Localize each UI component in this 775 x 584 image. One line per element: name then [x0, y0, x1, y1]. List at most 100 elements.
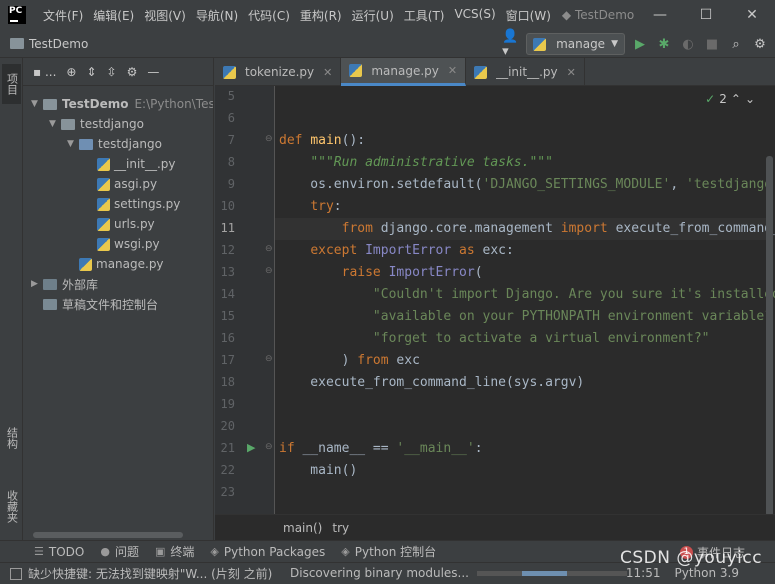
tree-item[interactable]: asgi.py: [85, 174, 157, 194]
tab-label: tokenize.py: [245, 65, 315, 79]
code-line[interactable]: except ImportError as exc:: [279, 240, 775, 262]
code-area[interactable]: def main(): """Run administrative tasks.…: [275, 86, 775, 514]
close-tab-icon[interactable]: ✕: [323, 66, 332, 79]
menu-item[interactable]: 运行(U): [347, 7, 399, 24]
code-line[interactable]: """Run administrative tasks.""": [279, 152, 775, 174]
menu-item[interactable]: 重构(R): [295, 7, 347, 24]
vertical-scrollbar[interactable]: [766, 156, 773, 514]
collapse-all-icon[interactable]: ⇳: [107, 65, 117, 79]
close-button[interactable]: ✕: [729, 0, 775, 30]
tool-window-button[interactable]: ◈ Python 控制台: [341, 543, 436, 560]
editor-tab[interactable]: __init__.py ✕: [466, 58, 585, 86]
code-line[interactable]: os.environ.setdefault('DJANGO_SETTINGS_M…: [279, 174, 775, 196]
expand-all-icon[interactable]: ⇕: [86, 65, 96, 79]
code-line[interactable]: if __name__ == '__main__':: [279, 438, 775, 460]
code-line[interactable]: ) from exc: [279, 350, 775, 372]
interpreter-label[interactable]: Python 3.9: [675, 566, 740, 580]
code-editor[interactable]: 5 6 7 ⊖ 8 9 10 11 12 ⊖ 13 ⊖ 14 15 16 17 ⊖ 18 19 20 21 ▶ ⊖ 22 23 …: [215, 86, 775, 514]
code-line[interactable]: [279, 416, 775, 438]
code-line[interactable]: "forget to activate a virtual environmen…: [279, 328, 775, 350]
chevron-down-icon[interactable]: ▼: [31, 99, 43, 109]
gear-icon[interactable]: ⚙: [127, 65, 138, 79]
code-line[interactable]: execute_from_command_line(sys.argv): [279, 372, 775, 394]
tool-windows-toggle-icon[interactable]: [10, 567, 22, 580]
tool-window-icon: ☰: [34, 545, 44, 558]
caret-position[interactable]: 11:51: [626, 566, 661, 580]
code-line[interactable]: from django.core.management import execu…: [275, 218, 775, 240]
structure-tool-tab[interactable]: 结构: [2, 418, 21, 458]
breadcrumb-item[interactable]: try: [332, 521, 349, 535]
chevron-right-icon[interactable]: ▶: [31, 279, 43, 289]
code-line[interactable]: [279, 86, 775, 108]
window-title: ◆ TestDemo: [561, 8, 635, 22]
close-tab-icon[interactable]: ✕: [448, 64, 457, 77]
settings-icon[interactable]: ⚙: [751, 35, 769, 53]
tree-item[interactable]: manage.py: [67, 254, 164, 274]
favorites-tool-tab[interactable]: 收藏夹: [2, 478, 21, 534]
menu-item[interactable]: 编辑(E): [88, 7, 139, 24]
project-breadcrumb[interactable]: TestDemo: [10, 37, 88, 51]
line-number: 21: [220, 441, 235, 455]
menu-item[interactable]: 代码(C): [243, 7, 295, 24]
coverage-icon[interactable]: ◐: [679, 35, 697, 53]
inspection-indicator[interactable]: ✓ 2 ⌃ ⌄: [705, 92, 755, 106]
hide-icon[interactable]: —: [147, 65, 159, 79]
chevron-down-icon[interactable]: ▼: [67, 139, 79, 149]
code-line[interactable]: [279, 108, 775, 130]
menu-item[interactable]: 工具(T): [399, 7, 450, 24]
stop-icon[interactable]: ■: [703, 35, 721, 53]
code-line[interactable]: "available on your PYTHONPATH environmen…: [279, 306, 775, 328]
tree-item[interactable]: 草稿文件和控制台: [31, 294, 158, 314]
tree-item[interactable]: ▶ 外部库: [31, 274, 98, 294]
tree-item[interactable]: urls.py: [85, 214, 155, 234]
code-line[interactable]: def main():: [279, 130, 775, 152]
code-line[interactable]: "Couldn't import Django. Are you sure it…: [279, 284, 775, 306]
editor-tab[interactable]: manage.py ✕: [341, 58, 467, 86]
tree-item[interactable]: ▼ testdjango: [67, 134, 162, 154]
tree-item[interactable]: __init__.py: [85, 154, 176, 174]
tool-window-button[interactable]: ▣ 终端: [155, 543, 194, 560]
code-line[interactable]: [279, 482, 775, 504]
code-line[interactable]: raise ImportError(: [279, 262, 775, 284]
menu-item[interactable]: 文件(F): [38, 7, 88, 24]
chevron-down-icon[interactable]: ⌄: [745, 92, 755, 106]
tool-window-button[interactable]: ☰ TODO: [34, 543, 84, 560]
tool-window-button[interactable]: ◈ Python Packages: [210, 543, 325, 560]
menu-item[interactable]: VCS(S): [449, 7, 500, 24]
code-line[interactable]: [279, 394, 775, 416]
user-icon[interactable]: 👤▾: [502, 29, 520, 59]
debug-icon[interactable]: ✱: [655, 35, 673, 53]
editor-tab[interactable]: tokenize.py ✕: [215, 58, 342, 86]
code-line[interactable]: try:: [279, 196, 775, 218]
fold-icon[interactable]: ⊖: [265, 266, 273, 276]
fold-icon[interactable]: ⊖: [265, 442, 273, 452]
code-line[interactable]: main(): [279, 460, 775, 482]
menu-item[interactable]: 窗口(W): [501, 7, 556, 24]
menu-item[interactable]: 视图(V): [139, 7, 191, 24]
horizontal-scrollbar[interactable]: [33, 532, 183, 538]
tree-item[interactable]: ▼ testdjango: [49, 114, 144, 134]
background-task[interactable]: Discovering binary modules...: [290, 566, 627, 580]
fold-icon[interactable]: ⊖: [265, 354, 273, 364]
tool-window-button[interactable]: ● 问题: [100, 543, 139, 560]
fold-icon[interactable]: ⊖: [265, 244, 273, 254]
menu-item[interactable]: 导航(N): [191, 7, 243, 24]
tree-item[interactable]: settings.py: [85, 194, 180, 214]
chevron-down-icon[interactable]: ▼: [49, 119, 61, 129]
status-message[interactable]: 缺少快捷键: 无法找到键映射"W... (片刻 之前): [28, 565, 272, 582]
project-view-select[interactable]: ▪ ...: [33, 65, 56, 79]
maximize-button[interactable]: ☐: [683, 0, 729, 30]
run-configuration-select[interactable]: manage ▼: [526, 33, 625, 55]
run-icon[interactable]: ▶: [631, 35, 649, 53]
chevron-up-icon[interactable]: ⌃: [731, 92, 741, 106]
breadcrumb-item[interactable]: main(): [283, 521, 322, 535]
search-icon[interactable]: ⌕: [727, 35, 745, 53]
tree-item[interactable]: ▼ TestDemo E:\Python\Tes: [31, 94, 213, 114]
tree-item[interactable]: wsgi.py: [85, 234, 160, 254]
fold-icon[interactable]: ⊖: [265, 134, 273, 144]
minimize-button[interactable]: —: [637, 0, 683, 30]
close-tab-icon[interactable]: ✕: [567, 66, 576, 79]
project-tool-tab[interactable]: 项目: [2, 64, 21, 104]
run-gutter-icon[interactable]: ▶: [247, 441, 255, 454]
locate-icon[interactable]: ⊕: [66, 65, 76, 79]
